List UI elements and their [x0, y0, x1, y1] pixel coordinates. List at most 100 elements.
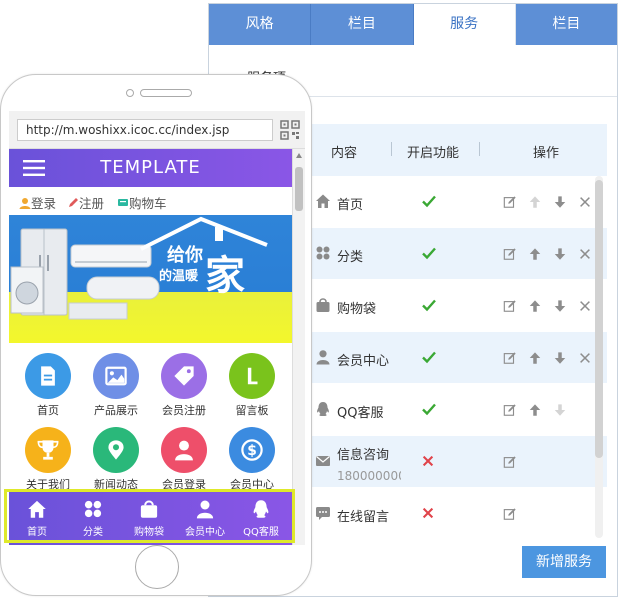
shopping-bag-icon [315, 297, 331, 313]
nav-grid-label: 会员注册 [162, 404, 206, 417]
row-actions [503, 246, 593, 262]
site-header: TEMPLATE [9, 149, 292, 187]
trophy-icon [25, 427, 71, 473]
promo-banner[interactable]: 给你 的温暖 家 [9, 215, 292, 343]
edit-icon[interactable] [503, 246, 517, 260]
url-field[interactable]: http://m.woshixx.icoc.cc/index.jsp [17, 119, 273, 141]
speaker-icon [140, 89, 192, 97]
nav-grid-label: 首页 [37, 404, 59, 417]
svg-text:$: $ [247, 443, 257, 459]
nav-grid-item[interactable]: 关于我们 [15, 427, 81, 492]
arrow-up-icon[interactable] [528, 350, 542, 364]
table-row: 分类 [307, 228, 607, 280]
highlight-frame [4, 489, 295, 543]
banner-text-big: 家 [205, 253, 245, 299]
tab-column[interactable]: 栏目 [311, 4, 414, 45]
row-name: 信息咨询 [337, 448, 390, 463]
nav-grid: 首页 产品展示 会员注册 留言板关于我们 新闻动态 会员登录 $ 会员中心 [9, 343, 292, 491]
close-icon[interactable] [578, 298, 592, 312]
check-icon[interactable] [421, 245, 437, 261]
scroll-up-arrow-icon[interactable] [296, 153, 302, 158]
pencil-icon [69, 198, 78, 207]
home-button[interactable] [135, 545, 179, 589]
banner-text-line1: 给你 [167, 245, 203, 266]
phone-screen: http://m.woshixx.icoc.cc/index.jsp TEMPL… [9, 111, 305, 545]
edit-icon[interactable] [503, 506, 517, 520]
login-link[interactable]: 登录 [19, 193, 56, 212]
image-icon [93, 353, 139, 399]
nav-grid-item[interactable]: 留言板 [219, 353, 285, 418]
camera-icon [126, 89, 134, 97]
table-scrollbar[interactable] [595, 176, 603, 538]
close-icon[interactable] [578, 350, 592, 364]
table-row: 会员中心 [307, 332, 607, 384]
scrollbar-thumb[interactable] [595, 180, 603, 458]
page-scrollbar[interactable] [292, 149, 305, 545]
user-icon [19, 198, 31, 209]
cart-icon [118, 199, 128, 206]
tab-service[interactable]: 服务 [413, 4, 516, 45]
table-header: 内容 开启功能 操作 [307, 124, 607, 176]
site-title: TEMPLATE [100, 157, 201, 178]
row-name: QQ客服 [337, 406, 384, 421]
row-actions [503, 194, 593, 210]
banner-text-line2: 的温暖 [159, 269, 199, 284]
cross-icon[interactable] [421, 505, 437, 521]
home-icon [315, 193, 331, 209]
nav-grid-label: 产品展示 [94, 404, 138, 417]
edit-icon[interactable] [503, 454, 517, 468]
row-name: 首页 [337, 198, 364, 213]
close-icon[interactable] [578, 246, 592, 260]
arrow-down-icon [553, 402, 567, 416]
close-icon[interactable] [578, 194, 592, 208]
row-name: 会员中心 [337, 354, 390, 369]
nav-grid-item[interactable]: 首页 [15, 353, 81, 418]
cart-link[interactable]: 购物车 [117, 193, 167, 212]
check-icon[interactable] [421, 193, 437, 209]
add-service-button[interactable]: 新增服务 [522, 546, 606, 578]
nav-grid-item[interactable]: 会员登录 [151, 427, 217, 492]
header-divider [479, 142, 480, 156]
arrow-down-icon[interactable] [553, 246, 567, 260]
check-icon[interactable] [421, 349, 437, 365]
mail-icon [315, 453, 331, 469]
scrollbar-thumb[interactable] [295, 167, 303, 211]
arrow-up-icon[interactable] [528, 246, 542, 260]
service-table: 首页分类购物袋会员中心 QQ客服信息咨询 180000000 在线留言 [307, 176, 607, 540]
row-actions [503, 350, 593, 366]
quick-links: 登录 注册 购物车 [9, 187, 292, 215]
table-row: 首页 [307, 176, 607, 228]
header-divider [391, 142, 392, 156]
edit-icon[interactable] [503, 194, 517, 208]
arrow-up-icon[interactable] [528, 298, 542, 312]
cross-icon[interactable] [421, 453, 437, 469]
nav-grid-item[interactable]: 会员注册 [151, 353, 217, 418]
qr-code-icon[interactable] [280, 120, 300, 140]
nav-grid-item[interactable]: 新闻动态 [83, 427, 149, 492]
arrow-down-icon[interactable] [553, 350, 567, 364]
check-icon[interactable] [421, 297, 437, 313]
dollar-icon: $ [229, 427, 275, 473]
check-icon[interactable] [421, 401, 437, 417]
edit-icon[interactable] [503, 402, 517, 416]
nav-grid-item[interactable]: 产品展示 [83, 353, 149, 418]
table-row: 在线留言 [307, 488, 607, 540]
arrow-up-icon[interactable] [528, 402, 542, 416]
arrow-down-icon[interactable] [553, 298, 567, 312]
user-icon [315, 349, 331, 365]
category-icon [315, 245, 331, 261]
edit-icon[interactable] [503, 298, 517, 312]
register-link[interactable]: 注册 [67, 193, 104, 212]
arrow-down-icon[interactable] [553, 194, 567, 208]
user-icon [161, 427, 207, 473]
nav-grid-item[interactable]: $ 会员中心 [219, 427, 285, 492]
table-row: 信息咨询 180000000 [307, 436, 607, 488]
row-subtext: 180000000 [337, 469, 401, 483]
edit-icon[interactable] [503, 350, 517, 364]
mobile-webpage: TEMPLATE 登录 注册 购物车 给你 的温暖 家 首页 产品展示 会员注册… [9, 149, 292, 545]
tab-style[interactable]: 风格 [209, 4, 312, 45]
row-name: 购物袋 [337, 302, 377, 317]
row-actions [503, 454, 593, 470]
table-row: 购物袋 [307, 280, 607, 332]
tab-column-2[interactable]: 栏目 [515, 4, 617, 45]
